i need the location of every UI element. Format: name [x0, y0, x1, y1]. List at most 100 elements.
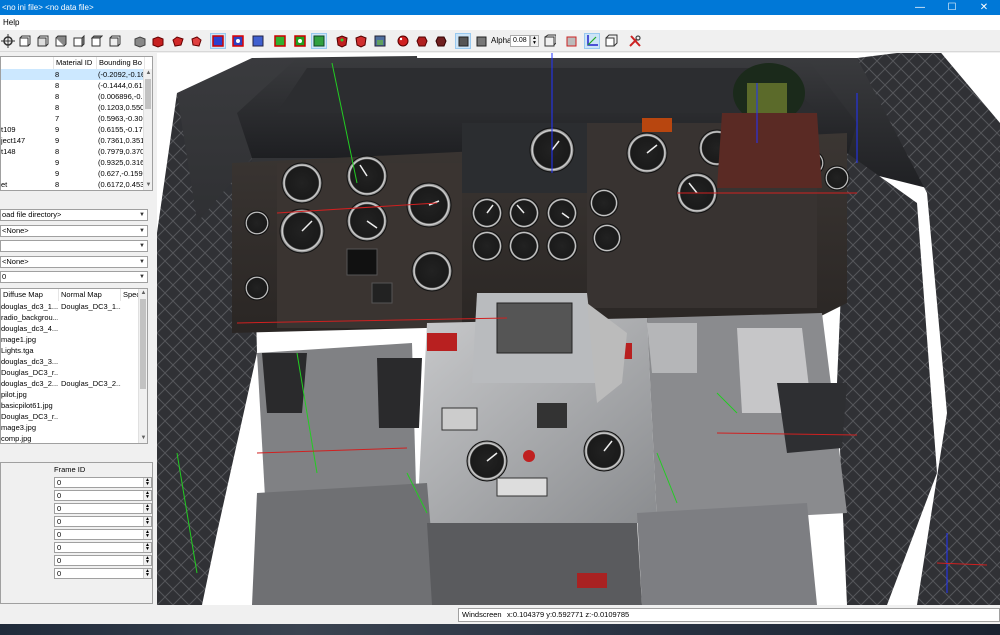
- list-item[interactable]: douglas_dc3_2... Douglas_DC3_2...: [1, 378, 139, 389]
- solid-shade-icon[interactable]: [455, 33, 471, 49]
- col-bounding-box[interactable]: Bounding Bo: [97, 57, 145, 69]
- frame-id-field[interactable]: 0 ▲ ▼: [54, 529, 152, 540]
- bounding-box-icon[interactable]: [603, 33, 619, 49]
- texture-view-icon[interactable]: [372, 33, 388, 49]
- row-bounding-box: (-0.1444,0.617: [98, 81, 145, 90]
- shaded-red-icon[interactable]: [150, 33, 166, 49]
- wire-red-icon[interactable]: [188, 33, 204, 49]
- view-bottom-icon[interactable]: [106, 33, 122, 49]
- select-green-icon[interactable]: [272, 33, 288, 49]
- object-red-icon[interactable]: [334, 33, 350, 49]
- frame-id-field[interactable]: 0 ▲ ▼: [54, 477, 152, 488]
- alpha-spinner[interactable]: ▲ ▼: [530, 35, 539, 47]
- zoom-extents-icon[interactable]: [0, 33, 16, 49]
- view-top-icon[interactable]: [88, 33, 104, 49]
- light-red-icon[interactable]: [414, 33, 430, 49]
- col-name[interactable]: [1, 57, 54, 69]
- status-object-name: Windscreen: [462, 610, 502, 619]
- grid-red-icon[interactable]: [563, 33, 579, 49]
- frame-id-field[interactable]: 0 ▲ ▼: [54, 503, 152, 514]
- solid-shade2-icon[interactable]: [473, 33, 489, 49]
- list-item[interactable]: douglas_dc3_3...: [1, 356, 139, 367]
- frame-id-spinner[interactable]: ▲ ▼: [143, 543, 151, 552]
- list-item[interactable]: comp.jpg: [1, 433, 139, 443]
- table-row[interactable]: 8 (0.006896,-0.1: [1, 91, 145, 102]
- table-row[interactable]: 8 (0.1203,0.5504: [1, 102, 145, 113]
- col-material-id[interactable]: Material ID: [54, 57, 97, 69]
- list-item[interactable]: Douglas_DC3_r...: [1, 367, 139, 378]
- textured-red-icon[interactable]: [170, 33, 186, 49]
- list-item[interactable]: Lights.tga: [1, 345, 139, 356]
- frame-id-spinner[interactable]: ▲ ▼: [143, 504, 151, 513]
- combo-none-1-text: <None>: [2, 226, 29, 235]
- frame-id-spinner[interactable]: ▲ ▼: [143, 556, 151, 565]
- tools-icon[interactable]: [627, 33, 643, 49]
- file-directory-combo[interactable]: oad file directory> ▼: [0, 209, 148, 221]
- maximize-button[interactable]: ☐: [936, 0, 968, 15]
- view-left-icon[interactable]: [52, 33, 68, 49]
- wire-box-icon[interactable]: [541, 33, 557, 49]
- shaded-gray-icon[interactable]: [132, 33, 148, 49]
- select-green-box-icon[interactable]: [311, 33, 327, 49]
- list-item[interactable]: radio_backgrou...: [1, 312, 139, 323]
- table-row[interactable]: ject147 9 (0.7361,0.3519: [1, 135, 145, 146]
- frame-id-field[interactable]: 0 ▲ ▼: [54, 490, 152, 501]
- combo-none-2[interactable]: <None> ▼: [0, 256, 148, 268]
- minimize-button[interactable]: —: [904, 0, 936, 15]
- frame-id-spinner[interactable]: ▲ ▼: [143, 491, 151, 500]
- list-item[interactable]: mage3.jpg: [1, 422, 139, 433]
- table-row[interactable]: 7 (0.5963,-0.305: [1, 113, 145, 124]
- frame-id-field[interactable]: 0 ▲ ▼: [54, 555, 152, 566]
- 3d-viewport[interactable]: [157, 53, 1000, 605]
- objects-table[interactable]: Material ID Bounding Bo 8 (-0.2092,-0.16 8…: [0, 56, 153, 191]
- frame-id-spinner[interactable]: ▲ ▼: [143, 530, 151, 539]
- axis-icon[interactable]: [584, 33, 600, 49]
- list-item[interactable]: basicpilot61.jpg: [1, 400, 139, 411]
- frame-id-spinner[interactable]: ▲ ▼: [143, 478, 151, 487]
- table-row[interactable]: 9 (0.9325,0.3166: [1, 157, 145, 168]
- select-green-red-icon[interactable]: [292, 33, 308, 49]
- textures-table[interactable]: Diffuse Map Normal Map Spec douglas_dc3_…: [0, 288, 148, 444]
- list-item[interactable]: pilot.jpg: [1, 389, 139, 400]
- list-item[interactable]: Douglas_DC3_r...: [1, 411, 139, 422]
- frame-id-field[interactable]: 0 ▲ ▼: [54, 568, 152, 579]
- cockpit-render[interactable]: [157, 53, 1000, 605]
- combo-none-1[interactable]: <None> ▼: [0, 225, 148, 237]
- menu-help[interactable]: Help: [0, 18, 22, 27]
- table-row[interactable]: 8 (-0.1444,0.617: [1, 80, 145, 91]
- light-dark-icon[interactable]: [433, 33, 449, 49]
- frame-id-field[interactable]: 0 ▲ ▼: [54, 516, 152, 527]
- row-material-id: 8: [55, 81, 60, 90]
- view-right-icon[interactable]: [70, 33, 86, 49]
- combo-none-2-text: <None>: [2, 257, 29, 266]
- list-item[interactable]: douglas_dc3_1... Douglas_DC3_1...: [1, 301, 139, 312]
- object-red2-icon[interactable]: [353, 33, 369, 49]
- view-front-icon[interactable]: [16, 33, 32, 49]
- combo-blank[interactable]: ▼: [0, 240, 148, 252]
- combo-zero[interactable]: 0 ▼: [0, 271, 148, 283]
- view-back-icon[interactable]: [34, 33, 50, 49]
- select-box-icon[interactable]: [250, 33, 266, 49]
- frame-id-spinner[interactable]: ▲ ▼: [143, 517, 151, 526]
- table-row[interactable]: t148 8 (0.7979,0.3707: [1, 146, 145, 157]
- row-material-id: 8: [55, 92, 60, 101]
- list-item[interactable]: mage1.jpg: [1, 334, 139, 345]
- col-diffuse-map[interactable]: Diffuse Map: [1, 289, 59, 301]
- table-row[interactable]: et 8 (0.6172,0.4536: [1, 179, 145, 190]
- table-row[interactable]: t109 9 (0.6155,-0.173.: [1, 124, 145, 135]
- frame-id-field[interactable]: 0 ▲ ▼: [54, 542, 152, 553]
- objects-scrollbar[interactable]: ▲ ▼: [143, 69, 152, 190]
- list-item[interactable]: douglas_dc3_4...: [1, 323, 139, 334]
- select-blue-icon[interactable]: [210, 33, 226, 49]
- close-button[interactable]: ✕: [968, 0, 1000, 15]
- alpha-input[interactable]: 0.08: [510, 35, 530, 47]
- row-bounding-box: (-0.2092,-0.16: [98, 70, 145, 79]
- row-name: et: [1, 180, 8, 189]
- frame-id-spinner[interactable]: ▲ ▼: [143, 569, 151, 578]
- table-row[interactable]: 8 (-0.2092,-0.16: [1, 69, 145, 80]
- textures-scrollbar[interactable]: ▲ ▼: [138, 289, 147, 443]
- material-red-icon[interactable]: [395, 33, 411, 49]
- col-normal-map[interactable]: Normal Map: [59, 289, 121, 301]
- select-blue-red-icon[interactable]: [230, 33, 246, 49]
- table-row[interactable]: 9 (0.627,-0.159,-: [1, 168, 145, 179]
